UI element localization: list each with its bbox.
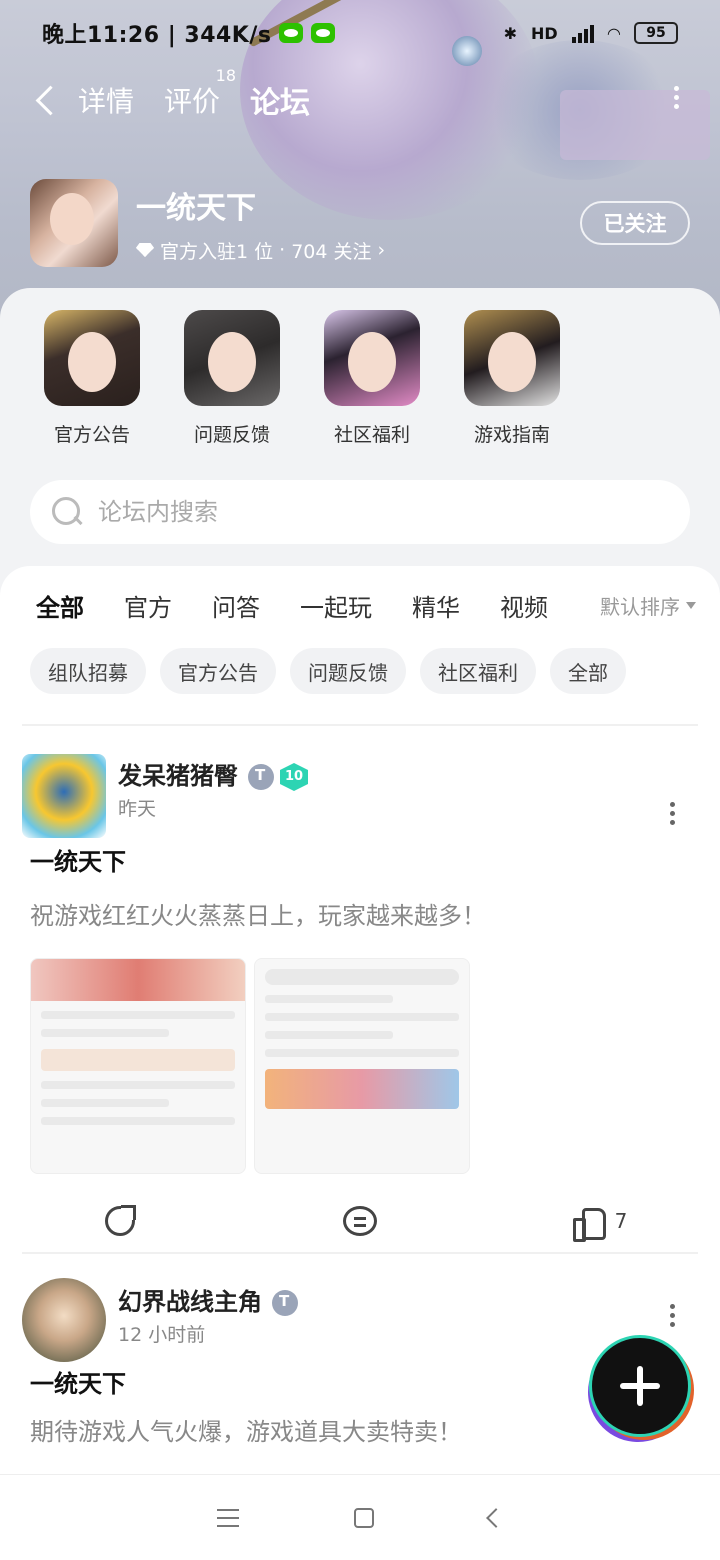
tab-label: 评价 [164, 85, 221, 118]
chip-announcements[interactable]: 官方公告 [160, 648, 276, 694]
post-title: 一统天下 [30, 848, 126, 876]
game-meta[interactable]: 官方入驻1 位 · 704 关注 › [136, 237, 385, 264]
author-name: 幻界战线主角 [118, 1288, 262, 1316]
post-time: 12 小时前 [118, 1324, 206, 1346]
bluetooth-icon: ✱ [503, 23, 518, 43]
category-label: 问题反馈 [193, 424, 270, 446]
signal-icon [571, 23, 594, 43]
share-icon [105, 1205, 136, 1236]
chip-feedback[interactable]: 问题反馈 [290, 648, 406, 694]
official-count: 官方入驻1 位 [160, 240, 274, 263]
sort-dropdown[interactable]: 默认排序 [600, 591, 696, 620]
wechat-icon [311, 23, 336, 43]
game-icon[interactable] [30, 179, 118, 267]
chevron-down-icon [686, 602, 696, 609]
post-more-icon[interactable] [670, 802, 676, 829]
post-screenshot[interactable] [254, 958, 470, 1174]
like-count: 7 [614, 1209, 628, 1233]
game-header: 一统天下 官方入驻1 位 · 704 关注 › 已关注 [30, 178, 690, 268]
category-row: 官方公告 问题反馈 社区福利 游戏指南 [22, 310, 582, 447]
create-post-button[interactable] [592, 1338, 688, 1434]
comment-button[interactable] [240, 1206, 480, 1236]
search-icon [50, 495, 84, 529]
filter-tab-all[interactable]: 全部 [36, 588, 84, 627]
thumbs-up-icon [572, 1206, 606, 1242]
topic-chips: 组队招募 官方公告 问题反馈 社区福利 全部 [30, 648, 626, 694]
category-label: 社区福利 [333, 424, 410, 446]
post-more-icon[interactable] [670, 1304, 676, 1331]
category-image [44, 310, 140, 406]
post-feed: 全部 官方 问答 一起玩 精华 视频 默认排序 组队招募 官方公告 问题反馈 社… [0, 566, 720, 1478]
chip-all[interactable]: 全部 [550, 648, 626, 694]
recent-apps-icon[interactable] [217, 1508, 240, 1527]
wifi-icon: ◠ [607, 23, 620, 43]
system-navigation-bar [0, 1474, 720, 1560]
tab-forum[interactable]: 论坛 [250, 78, 311, 124]
avatar[interactable] [22, 754, 106, 838]
top-navigation: 详情 评价 18 论坛 [0, 66, 720, 128]
share-button[interactable] [0, 1205, 240, 1236]
chevron-right-icon: › [377, 239, 386, 261]
wechat-icon [279, 23, 304, 43]
home-icon[interactable] [353, 1507, 374, 1528]
post-images [30, 958, 470, 1174]
search-bar[interactable] [30, 480, 690, 544]
category-label: 游戏指南 [473, 424, 550, 446]
status-bar: 晚上11:26 | 344K/s ✱ HD ◠ 95 [0, 0, 720, 66]
back-icon[interactable] [32, 80, 60, 120]
comment-icon [343, 1206, 377, 1236]
category-guide[interactable]: 游戏指南 [442, 310, 582, 447]
avatar[interactable] [22, 1278, 106, 1362]
chip-team-recruit[interactable]: 组队招募 [30, 648, 146, 694]
category-image [184, 310, 280, 406]
diamond-icon [136, 243, 154, 257]
tab-reviews[interactable]: 评价 18 [164, 66, 236, 120]
like-button[interactable]: 7 [480, 1206, 720, 1242]
plus-icon [620, 1366, 660, 1406]
meta-separator: · [279, 239, 286, 261]
category-announcements[interactable]: 官方公告 [22, 310, 162, 447]
network-hd-label: HD [531, 23, 558, 43]
follow-button[interactable]: 已关注 [580, 201, 690, 245]
post-body: 期待游戏人气火爆，游戏道具大卖特卖！ [30, 1418, 462, 1446]
user-badge-icon [272, 1290, 298, 1316]
category-image [464, 310, 560, 406]
chip-welfare[interactable]: 社区福利 [420, 648, 536, 694]
search-input[interactable] [98, 498, 618, 526]
post-author[interactable]: 幻界战线主角 [118, 1282, 298, 1317]
post-author[interactable]: 发呆猪猪臀 10 [118, 756, 308, 791]
review-count-badge: 18 [215, 66, 237, 85]
user-badge-icon [248, 764, 274, 790]
tab-label: 论坛 [250, 86, 311, 121]
more-options-icon[interactable] [674, 86, 680, 114]
system-back-icon[interactable] [485, 1507, 506, 1528]
filter-tab-video[interactable]: 视频 [500, 588, 548, 623]
filter-tabs: 全部 官方 问答 一起玩 精华 视频 默认排序 [36, 588, 696, 627]
post-body: 祝游戏红红火火蒸蒸日上，玩家越来越多！ [30, 902, 486, 930]
filter-tab-qa[interactable]: 问答 [212, 588, 260, 623]
tab-details[interactable]: 详情 [78, 80, 134, 120]
category-label: 官方公告 [53, 424, 130, 446]
status-time: 晚上11:26 | 344K/s [42, 23, 272, 48]
level-badge: 10 [280, 763, 308, 791]
post-title: 一统天下 [30, 1370, 126, 1398]
battery-icon: 95 [634, 22, 678, 44]
sort-label: 默认排序 [600, 595, 680, 619]
post-screenshot[interactable] [30, 958, 246, 1174]
game-name: 一统天下 [136, 190, 256, 226]
post-card[interactable]: 发呆猪猪臀 10 昨天 一统天下 祝游戏红红火火蒸蒸日上，玩家越来越多！ [0, 724, 720, 1244]
filter-tab-play-together[interactable]: 一起玩 [300, 588, 372, 623]
category-welfare[interactable]: 社区福利 [302, 310, 442, 447]
tab-label: 详情 [78, 85, 135, 118]
forum-panel: 官方公告 问题反馈 社区福利 游戏指南 全部 官方 问答 一起玩 精华 视频 默… [0, 288, 720, 1478]
post-actions: 7 [0, 1205, 720, 1242]
category-image [324, 310, 420, 406]
filter-tab-featured[interactable]: 精华 [412, 588, 460, 623]
post-time: 昨天 [118, 798, 157, 820]
filter-tab-official[interactable]: 官方 [124, 588, 172, 623]
follower-count: 704 关注 [291, 240, 372, 263]
category-feedback[interactable]: 问题反馈 [162, 310, 302, 447]
author-name: 发呆猪猪臀 [118, 762, 238, 790]
